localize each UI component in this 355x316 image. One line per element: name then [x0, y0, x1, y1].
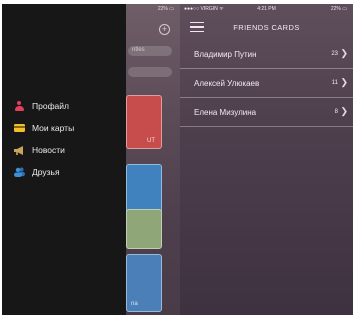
friend-name: Владимир Путин	[194, 50, 257, 59]
background-input-label: ntles	[132, 47, 145, 53]
drawer-item-label: Профайл	[32, 101, 69, 111]
friend-row[interactable]: Елена Мизулина 8 ❯	[180, 98, 353, 127]
status-bar: ●●●○○ VIRGIN ᯤ 4:21 PM 22% ▭	[180, 4, 353, 14]
chevron-right-icon: ❯	[340, 48, 348, 58]
friend-name: Алексей Улюкаев	[194, 79, 260, 88]
drawer-item-friends[interactable]: Друзья	[12, 161, 74, 183]
chevron-right-icon: ❯	[340, 77, 348, 87]
friend-card-count: 23	[331, 51, 338, 57]
app-frame: 22% ▭ + ntles UT na Профайл Мои карты Но…	[2, 4, 353, 315]
megaphone-icon	[12, 145, 26, 155]
friend-card-count: 8	[334, 109, 338, 115]
background-app: 22% ▭ + ntles UT na Профайл Мои карты Но…	[2, 4, 180, 315]
plus-circle-icon: +	[159, 24, 170, 35]
card-icon	[12, 124, 26, 132]
nav-bar: FRIENDS CARDS	[180, 14, 353, 40]
drawer-item-my-cards[interactable]: Мои карты	[12, 117, 74, 139]
background-card-label: UT	[147, 138, 155, 144]
status-battery: 22% ▭	[330, 6, 347, 12]
friend-row[interactable]: Алексей Улюкаев 11 ❯	[180, 69, 353, 98]
friends-icon	[12, 167, 26, 177]
background-input: ntles	[128, 46, 172, 56]
page-title: FRIENDS CARDS	[233, 23, 300, 32]
friend-row[interactable]: Владимир Путин 23 ❯	[180, 40, 353, 69]
background-status: 22% ▭	[157, 6, 174, 12]
drawer-item-label: Мои карты	[32, 123, 75, 133]
chevron-right-icon: ❯	[340, 106, 348, 116]
drawer-item-label: Новости	[32, 145, 65, 155]
drawer-menu: Профайл Мои карты Новости Друзья	[12, 95, 74, 183]
friend-name: Елена Мизулина	[194, 108, 257, 117]
side-drawer: Профайл Мои карты Новости Друзья	[2, 4, 126, 315]
background-card	[126, 209, 162, 249]
status-time: 4:21 PM	[257, 6, 276, 12]
friend-card-count: 11	[331, 80, 338, 86]
background-card-label: na	[131, 301, 138, 307]
background-input	[128, 67, 172, 77]
background-card: na	[126, 254, 162, 312]
person-icon	[12, 101, 26, 111]
drawer-item-profile[interactable]: Профайл	[12, 95, 74, 117]
background-card: UT	[126, 95, 162, 149]
friends-cards-screen: ●●●○○ VIRGIN ᯤ 4:21 PM 22% ▭ FRIENDS CAR…	[180, 4, 353, 315]
drawer-item-label: Друзья	[32, 167, 60, 177]
drawer-item-news[interactable]: Новости	[12, 139, 74, 161]
friends-list: Владимир Путин 23 ❯ Алексей Улюкаев 11 ❯…	[180, 40, 353, 127]
